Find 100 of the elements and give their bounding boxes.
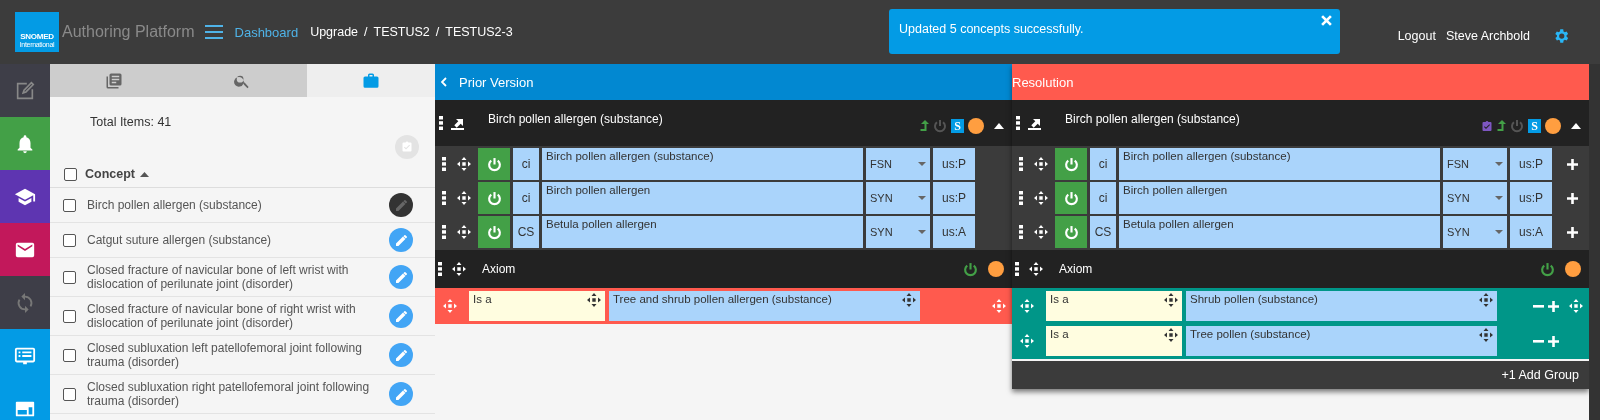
target-field[interactable]: Tree and shrub pollen allergen (substance) — [609, 291, 920, 321]
nav-link[interactable]: Dashboard — [234, 24, 299, 40]
logout-link[interactable]: Logout — [1397, 29, 1436, 43]
clipboard-check-icon[interactable] — [1481, 119, 1493, 133]
active-toggle[interactable] — [478, 216, 510, 248]
move-icon[interactable] — [452, 262, 466, 276]
minus-icon[interactable] — [1533, 339, 1544, 343]
status-dot[interactable] — [988, 261, 1004, 277]
add-group-link[interactable]: +1 Add Group — [1012, 361, 1589, 389]
status-dot[interactable] — [1545, 118, 1561, 134]
move-icon[interactable] — [1034, 157, 1048, 171]
concept-name[interactable]: Birch pollen allergen (substance) — [87, 198, 378, 212]
type-field[interactable]: Is a — [1046, 326, 1182, 356]
checkbox[interactable] — [64, 167, 77, 181]
type-select[interactable]: SYN — [1443, 182, 1507, 214]
pencil-icon[interactable] — [395, 310, 407, 322]
drag-handle-icon[interactable] — [438, 262, 442, 276]
case-field[interactable]: ci — [1090, 148, 1116, 180]
acceptability-field[interactable]: us:P — [933, 148, 975, 180]
export-icon[interactable] — [451, 116, 464, 130]
power-icon[interactable] — [963, 261, 978, 277]
drag-handle-icon[interactable] — [1019, 191, 1023, 205]
drag-handle-icon[interactable] — [1019, 157, 1023, 171]
move-icon[interactable] — [1029, 262, 1043, 276]
acceptability-field[interactable]: us:P — [933, 182, 975, 214]
term-field[interactable]: Birch pollen allergen — [1119, 182, 1440, 214]
checkbox[interactable] — [63, 270, 76, 284]
drag-handle-icon[interactable] — [439, 116, 443, 130]
active-toggle[interactable] — [1055, 216, 1087, 248]
back-icon[interactable] — [441, 77, 447, 87]
scrollbar[interactable] — [1589, 64, 1600, 420]
drag-handle-icon[interactable] — [442, 225, 446, 239]
pencil-icon[interactable] — [395, 234, 407, 246]
active-toggle[interactable] — [1055, 182, 1087, 214]
user-name[interactable]: Steve Archbold — [1445, 29, 1530, 43]
move-icon[interactable] — [1034, 191, 1048, 205]
pencil-icon[interactable] — [395, 388, 407, 400]
sidenav-item[interactable] — [0, 170, 50, 223]
term-field[interactable]: Birch pollen allergen (substance) — [542, 148, 863, 180]
tab[interactable] — [306, 64, 435, 97]
active-toggle[interactable] — [478, 182, 510, 214]
drag-handle-icon[interactable] — [442, 191, 446, 205]
menu-icon[interactable] — [204, 25, 223, 39]
acceptability-field[interactable]: us:A — [933, 216, 975, 248]
case-field[interactable]: CS — [1090, 216, 1116, 248]
drag-handle-icon[interactable] — [1016, 116, 1020, 130]
type-select[interactable]: FSN — [1443, 148, 1507, 180]
checkbox[interactable] — [63, 233, 76, 247]
move-icon[interactable] — [1034, 225, 1048, 239]
term-field[interactable]: Birch pollen allergen (substance) — [1119, 148, 1440, 180]
move-icon[interactable] — [457, 191, 471, 205]
acceptability-field[interactable]: us:A — [1510, 216, 1552, 248]
up-arrow-icon[interactable] — [920, 119, 929, 133]
concept-name[interactable]: Closed fracture of navicular bone of left wrist with dislocation of perilunate joint (disorder) — [87, 263, 378, 291]
column-header[interactable]: Concept — [85, 167, 135, 181]
plus-icon[interactable] — [1566, 192, 1578, 204]
checkbox[interactable] — [63, 309, 76, 323]
term-field[interactable]: Betula pollen allergen — [542, 216, 863, 248]
status-dot[interactable] — [968, 118, 984, 134]
plus-icon[interactable] — [1566, 158, 1578, 170]
drag-handle-icon[interactable] — [1019, 225, 1023, 239]
concept-name[interactable]: Closed fracture of navicular bone of right wrist with dislocation of perilunate joint (disorder) — [87, 302, 378, 330]
acceptability-field[interactable]: us:P — [1510, 182, 1552, 214]
plus-icon[interactable] — [1566, 226, 1578, 238]
caret-icon[interactable] — [1571, 123, 1581, 129]
status-dot[interactable] — [1565, 261, 1581, 277]
up-arrow-icon[interactable] — [1497, 119, 1506, 133]
power-icon[interactable] — [1540, 261, 1555, 277]
pencil-icon[interactable] — [395, 349, 407, 361]
checkbox[interactable] — [63, 348, 76, 362]
type-select[interactable]: SYN — [1443, 216, 1507, 248]
drag-handle-icon[interactable] — [442, 157, 446, 171]
concept-name[interactable]: Closed subluxation right patellofemoral joint following trauma (disorder) — [87, 380, 378, 408]
case-field[interactable]: ci — [513, 148, 539, 180]
export-icon[interactable] — [1028, 116, 1041, 130]
breadcrumb-link[interactable]: TESTUS2-3 — [445, 25, 513, 39]
target-field[interactable]: Tree pollen (substance) — [1186, 326, 1497, 356]
concept-name[interactable]: Closed subluxation left patellofemoral joint following trauma (disorder) — [87, 341, 378, 369]
move-icon[interactable] — [457, 225, 471, 239]
target-field[interactable]: Shrub pollen (substance) — [1186, 291, 1497, 321]
sidenav-item[interactable] — [0, 223, 50, 276]
pencil-icon[interactable] — [395, 271, 407, 283]
case-field[interactable]: ci — [513, 182, 539, 214]
term-field[interactable]: Betula pollen allergen — [1119, 216, 1440, 248]
active-toggle[interactable] — [1055, 148, 1087, 180]
edit-button[interactable] — [389, 193, 413, 217]
breadcrumb-link[interactable]: Upgrade — [310, 25, 359, 39]
breadcrumb-link[interactable]: TESTUS2 — [373, 25, 430, 39]
sort-caret-icon[interactable] — [140, 171, 149, 177]
drag-handle-icon[interactable] — [1015, 262, 1019, 276]
type-field[interactable]: Is a — [1046, 291, 1182, 321]
checkbox[interactable] — [63, 198, 76, 212]
acceptability-field[interactable]: us:P — [1510, 148, 1552, 180]
active-toggle[interactable] — [478, 148, 510, 180]
concept-name[interactable]: Catgut suture allergen (substance) — [87, 233, 378, 247]
close-icon[interactable] — [1321, 15, 1332, 26]
move-icon[interactable] — [457, 157, 471, 171]
case-field[interactable]: CS — [513, 216, 539, 248]
caret-icon[interactable] — [994, 123, 1004, 129]
checkbox[interactable] — [63, 387, 76, 401]
